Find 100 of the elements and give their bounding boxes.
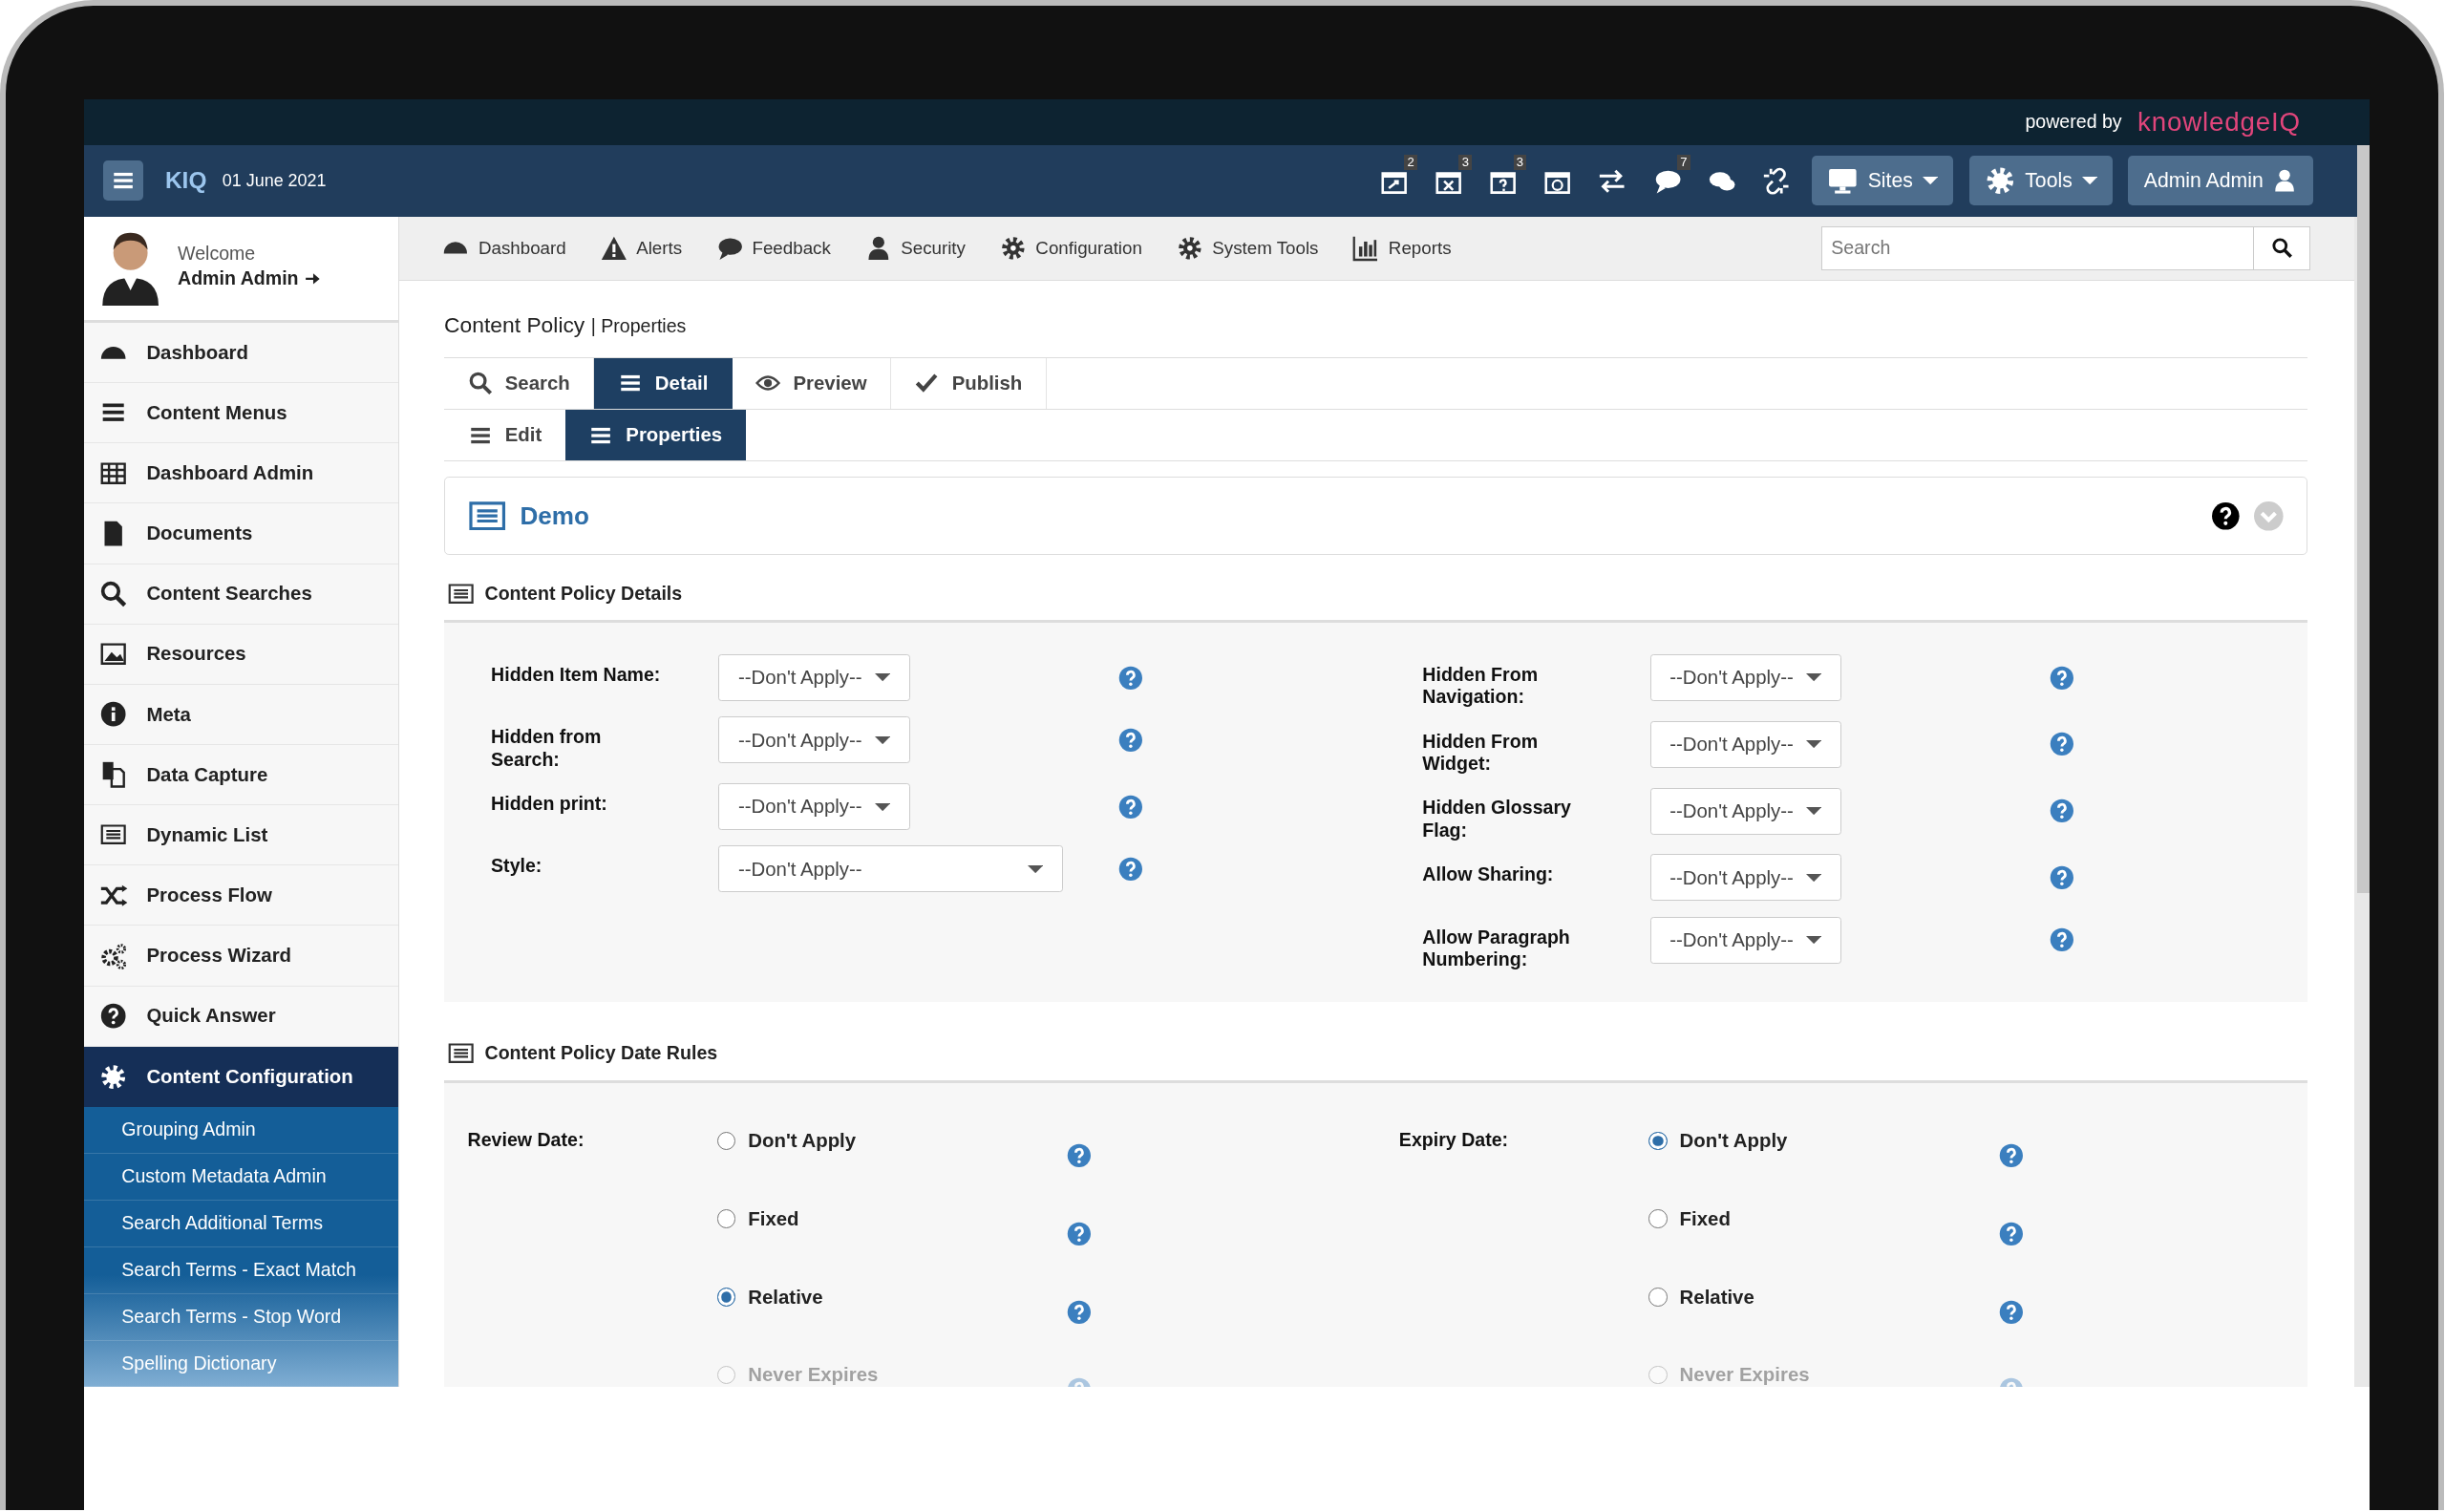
bar-chart-icon: [1352, 234, 1380, 262]
help-icon: [1117, 726, 1144, 754]
top-menu-link[interactable]: Feedback: [715, 234, 831, 262]
submenu-item[interactable]: Search Additional Terms: [84, 1200, 398, 1247]
option-label: Fixed: [1679, 1206, 1731, 1231]
field-label: Review Date:: [467, 1128, 585, 1153]
user-button[interactable]: Admin Admin: [2128, 156, 2313, 206]
search-icon: [99, 579, 128, 608]
help-icon: [1066, 1220, 1093, 1247]
help-icon: [1997, 1142, 2025, 1170]
top-menu-link[interactable]: Alerts: [600, 234, 683, 262]
unlink-icon[interactable]: [1761, 166, 1791, 195]
submenu-item[interactable]: Custom Metadata Admin: [84, 1153, 398, 1201]
field-label: Expiry Date:: [1398, 1128, 1510, 1153]
caret-icon: [1805, 673, 1822, 682]
help-icon: [2209, 500, 2242, 532]
search-button[interactable]: [2254, 225, 2310, 270]
top-menu-link[interactable]: Reports: [1352, 234, 1452, 262]
caret-icon: [1805, 873, 1822, 882]
tab[interactable]: Detail: [594, 357, 733, 410]
help-icon: [1997, 1298, 2025, 1326]
sidebar-item[interactable]: Data Capture: [84, 744, 398, 806]
help-icon: [2049, 926, 2076, 953]
option-label: Never Expires: [748, 1363, 879, 1388]
caret-icon: [1805, 807, 1822, 816]
field-label: Hidden print:: [491, 791, 608, 816]
field-label: Hidden Item Name:: [491, 662, 662, 687]
dropdown[interactable]: --Don't Apply--: [718, 716, 910, 764]
field-label: Hidden from Search:: [491, 725, 603, 772]
gauge-icon: [442, 241, 470, 256]
radio-button[interactable]: [716, 1131, 736, 1151]
caret-icon: [874, 673, 890, 682]
count-badge: 2: [1404, 154, 1418, 170]
sidebar-item[interactable]: Process Flow: [84, 865, 398, 926]
sidebar-item[interactable]: Dynamic List: [84, 805, 398, 866]
radio-button[interactable]: [716, 1209, 736, 1229]
warning-icon: [600, 234, 627, 262]
sidebar-item[interactable]: Documents: [84, 503, 398, 564]
option-label: Don't Apply: [748, 1129, 857, 1154]
help-icon: [2049, 798, 2076, 824]
section-title: Content Policy Details: [484, 582, 683, 606]
dropdown[interactable]: --Don't Apply--: [1649, 854, 1841, 902]
help-icon: [2049, 664, 2076, 692]
sidebar-item[interactable]: Content Searches: [84, 564, 398, 625]
sidebar-item[interactable]: Resources: [84, 624, 398, 685]
help-icon: [1117, 855, 1144, 883]
date-label: 01 June 2021: [222, 169, 327, 192]
sidebar-item[interactable]: Dashboard Admin: [84, 443, 398, 504]
submenu-item[interactable]: Search Terms - Stop Word: [84, 1293, 398, 1341]
caret-icon: [1028, 864, 1044, 873]
field-label: Style:: [491, 854, 543, 878]
welcome-label: Welcome: [178, 244, 257, 265]
menu-button[interactable]: [102, 160, 144, 202]
help-icon: [2049, 731, 2076, 758]
help-icon: [1066, 1142, 1093, 1170]
radio-button[interactable]: [1648, 1131, 1668, 1151]
field-label: Hidden From Widget:: [1422, 729, 1540, 776]
sidebar-item[interactable]: Dashboard: [84, 322, 398, 384]
brand-logo: knowledgeIQ: [2137, 106, 2301, 139]
gear-icon: [1176, 234, 1203, 262]
app-name: KIQ: [164, 165, 207, 195]
radio-button[interactable]: [1648, 1209, 1668, 1229]
caret-icon: [1805, 936, 1822, 945]
dropdown[interactable]: --Don't Apply--: [1649, 916, 1841, 964]
radio-button[interactable]: [1648, 1288, 1668, 1307]
dropdown[interactable]: --Don't Apply--: [718, 845, 1063, 893]
chevron-circle-icon: [2253, 500, 2285, 532]
info-icon: [99, 700, 128, 729]
top-menu-link[interactable]: Dashboard: [442, 234, 566, 262]
user-link[interactable]: Admin Admin: [178, 264, 322, 293]
caret-icon: [1805, 740, 1822, 749]
dropdown[interactable]: --Don't Apply--: [1649, 654, 1841, 701]
dropdown-button[interactable]: Tools: [1968, 156, 2114, 206]
sidebar-item[interactable]: Meta: [84, 684, 398, 745]
dropdown-button[interactable]: Sites: [1811, 156, 1954, 206]
dropdown[interactable]: --Don't Apply--: [1649, 720, 1841, 768]
top-menu-link[interactable]: Security: [864, 234, 966, 262]
help-icon: [1117, 793, 1144, 820]
radio-button[interactable]: [716, 1288, 736, 1307]
field-label: Allow Paragraph Numbering:: [1422, 925, 1571, 971]
dropdown[interactable]: --Don't Apply--: [718, 654, 910, 701]
search-field[interactable]: Search: [1820, 225, 2255, 270]
submenu-item[interactable]: Search Terms - Exact Match: [84, 1246, 398, 1294]
option-label: Don't Apply: [1679, 1129, 1788, 1154]
sidebar-item[interactable]: Quick Answer: [84, 986, 398, 1047]
caret-icon: [2081, 177, 2097, 185]
submenu-item[interactable]: Grouping Admin: [84, 1106, 398, 1154]
top-menu-link[interactable]: System Tools: [1176, 234, 1319, 262]
gauge-icon: [99, 345, 128, 360]
dropdown[interactable]: --Don't Apply--: [1649, 787, 1841, 835]
option-label: Never Expires: [1679, 1363, 1810, 1388]
tab[interactable]: Properties: [564, 410, 746, 460]
sidebar-item[interactable]: Content Menus: [84, 383, 398, 444]
help-icon: [1117, 664, 1144, 692]
sidebar-item[interactable]: Content Configuration: [84, 1046, 398, 1107]
dropdown[interactable]: --Don't Apply--: [718, 783, 910, 831]
sidebar-item[interactable]: Process Wizard: [84, 926, 398, 987]
page-title: Content Policy | Properties: [444, 311, 688, 340]
powered-by-label: powered by: [2025, 110, 2122, 135]
top-menu-link[interactable]: Configuration: [999, 234, 1142, 262]
